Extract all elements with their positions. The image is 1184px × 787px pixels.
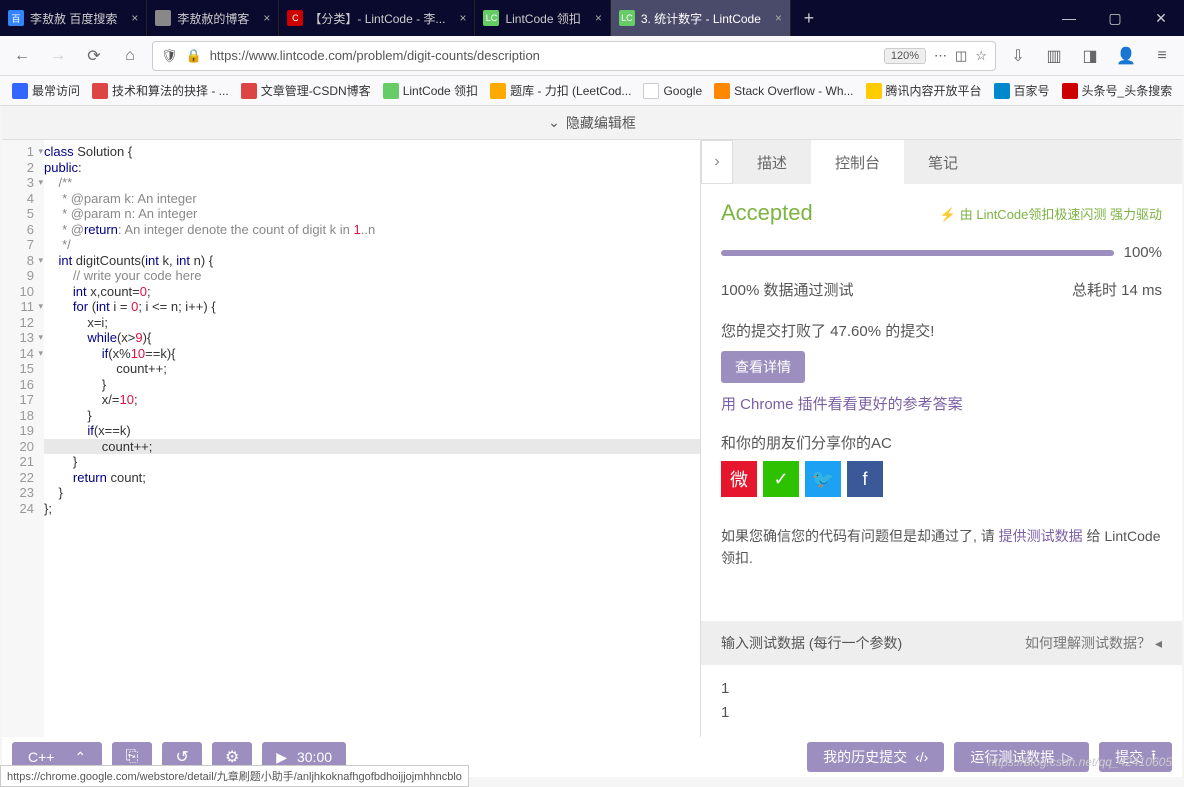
bookmark-icon (241, 83, 257, 99)
report-link[interactable]: 提供测试数据 (999, 528, 1083, 544)
line-gutter: 123456789101112131415161718192021222324 (2, 140, 44, 737)
back-icon[interactable]: ← (8, 42, 36, 70)
code-content[interactable]: class Solution {public: /** * @param k: … (44, 140, 700, 737)
code-editor[interactable]: 123456789101112131415161718192021222324 … (2, 140, 700, 737)
close-icon[interactable]: × (263, 11, 270, 25)
bookmark-icon (994, 83, 1010, 99)
maximize-icon[interactable]: ▢ (1092, 0, 1138, 36)
input-help-link[interactable]: 如何理解测试数据？ ◂ (1025, 633, 1162, 653)
tab-description[interactable]: 描述 (733, 140, 811, 184)
chevron-up-icon: ⌃ (74, 749, 86, 766)
twitter-icon[interactable]: 🐦 (805, 461, 841, 497)
browser-tab[interactable]: LCLintCode 领扣× (475, 0, 610, 36)
browser-tab[interactable]: C【分类】- LintCode - 李...× (279, 0, 475, 36)
url-bar[interactable]: 🛡 🔒 https://www.lintcode.com/problem/dig… (152, 41, 996, 71)
bookmark-item[interactable]: LintCode 领扣 (379, 80, 482, 101)
downloads-icon[interactable]: ⇩ (1004, 42, 1032, 70)
tab-console[interactable]: 控制台 (811, 140, 904, 184)
driven-by-label: ⚡ 由 LintCode领扣极速闪测 强力驱动 (940, 204, 1162, 223)
bookmark-item[interactable]: 腾讯内容开放平台 (862, 80, 986, 101)
weibo-icon[interactable]: 微 (721, 461, 757, 497)
collapse-handle[interactable]: › (701, 140, 733, 184)
bookmark-icon (643, 83, 659, 99)
play-icon: ▶ (276, 749, 287, 766)
close-icon[interactable]: × (595, 11, 602, 25)
time-text: 总耗时 14 ms (1072, 279, 1162, 300)
history-button[interactable]: 我的历史提交‹/› (807, 742, 944, 772)
shield-icon: 🛡 (161, 48, 178, 64)
sidebar-icon[interactable]: ◨ (1076, 42, 1104, 70)
bookmark-icon (490, 83, 506, 99)
beat-text: 您的提交打败了 47.60% 的提交! (721, 320, 1162, 341)
menu-icon[interactable]: ≡ (1148, 42, 1176, 70)
bookmark-icon (714, 83, 730, 99)
report-text: 如果您确信您的代码有问题但是却通过了, 请 提供测试数据 给 LintCode … (721, 525, 1162, 570)
bookmark-item[interactable]: 文章管理-CSDN博客 (237, 80, 375, 101)
close-window-icon[interactable]: ✕ (1138, 0, 1184, 36)
browser-tab[interactable]: 李敖赦的博客× (147, 0, 279, 36)
bookmark-item[interactable]: 题库 - 力扣 (LeetCod... (486, 80, 635, 101)
more-icon[interactable]: ⋯ (934, 48, 947, 64)
close-icon[interactable]: × (131, 11, 138, 25)
progress-bar (721, 250, 1114, 256)
hide-editor-toggle[interactable]: ⌄ 隐藏编辑框 (2, 106, 1182, 140)
bookmark-item[interactable]: 百家号 (990, 80, 1054, 101)
browser-tab-active[interactable]: LC3. 统计数字 - LintCode× (611, 0, 791, 36)
bookmark-item[interactable]: Google (639, 81, 706, 101)
forward-icon[interactable]: → (44, 42, 72, 70)
account-icon[interactable]: 👤 (1112, 42, 1140, 70)
lock-icon: 🔒 (186, 48, 202, 64)
share-label: 和你的朋友们分享你的AC (721, 432, 1162, 453)
bookmark-icon (383, 83, 399, 99)
wechat-icon[interactable]: ✓ (763, 461, 799, 497)
bookmark-icon (866, 83, 882, 99)
chevron-down-icon: ⌄ (548, 114, 560, 131)
status-bar: https://chrome.google.com/webstore/detai… (0, 765, 469, 787)
favicon-icon (155, 10, 171, 26)
bookmark-item[interactable]: 最常访问 (8, 80, 84, 101)
browser-titlebar: 百李敖赦 百度搜索× 李敖赦的博客× C【分类】- LintCode - 李..… (0, 0, 1184, 36)
progress-percent: 100% (1124, 244, 1162, 261)
close-icon[interactable]: × (459, 11, 466, 25)
tab-notes[interactable]: 笔记 (904, 140, 982, 184)
library-icon[interactable]: ▥ (1040, 42, 1068, 70)
bookmark-icon (1062, 83, 1078, 99)
reader-icon[interactable]: ◫ (955, 48, 967, 64)
zoom-badge[interactable]: 120% (884, 48, 926, 64)
bookmarks-bar: 最常访问 技术和算法的抉择 - ... 文章管理-CSDN博客 LintCode… (0, 76, 1184, 106)
star-icon[interactable]: ☆ (975, 48, 987, 64)
new-tab-button[interactable]: + (791, 0, 827, 36)
reload-icon[interactable]: ⟳ (80, 42, 108, 70)
details-button[interactable]: 查看详情 (721, 351, 805, 383)
url-text: https://www.lintcode.com/problem/digit-c… (210, 48, 540, 63)
browser-navbar: ← → ⟳ ⌂ 🛡 🔒 https://www.lintcode.com/pro… (0, 36, 1184, 76)
chrome-plugin-link[interactable]: 用 Chrome 插件看看更好的参考答案 (721, 393, 1162, 414)
test-input-area[interactable]: 1 1 (701, 665, 1182, 737)
pass-text: 100% 数据通过测试 (721, 279, 854, 300)
bookmark-item[interactable]: 技术和算法的抉择 - ... (88, 80, 233, 101)
status-label: Accepted (721, 200, 813, 226)
test-input-header: 输入测试数据 (每行一个参数) 如何理解测试数据？ ◂ (701, 621, 1182, 665)
favicon-icon: C (287, 10, 303, 26)
facebook-icon[interactable]: f (847, 461, 883, 497)
code-icon: ‹/› (915, 749, 928, 765)
watermark: https://blog.csdn.net/qq_42410605 (988, 755, 1172, 769)
bookmark-item[interactable]: Stack Overflow - Wh... (710, 81, 857, 101)
browser-tab[interactable]: 百李敖赦 百度搜索× (0, 0, 147, 36)
home-icon[interactable]: ⌂ (116, 42, 144, 70)
bookmark-item[interactable]: 头条号_头条搜索 (1058, 80, 1177, 101)
favicon-icon: LC (483, 10, 499, 26)
close-icon[interactable]: × (775, 11, 782, 25)
chevron-left-icon: ◂ (1155, 635, 1162, 652)
bookmark-icon (92, 83, 108, 99)
bookmark-icon (12, 83, 28, 99)
result-pane: › 描述 控制台 笔记 Accepted ⚡ 由 LintCode领扣极速闪测 … (700, 140, 1182, 737)
favicon-icon: 百 (8, 10, 24, 26)
minimize-icon[interactable]: — (1046, 0, 1092, 36)
favicon-icon: LC (619, 10, 635, 26)
bolt-icon: ⚡ (940, 207, 956, 222)
